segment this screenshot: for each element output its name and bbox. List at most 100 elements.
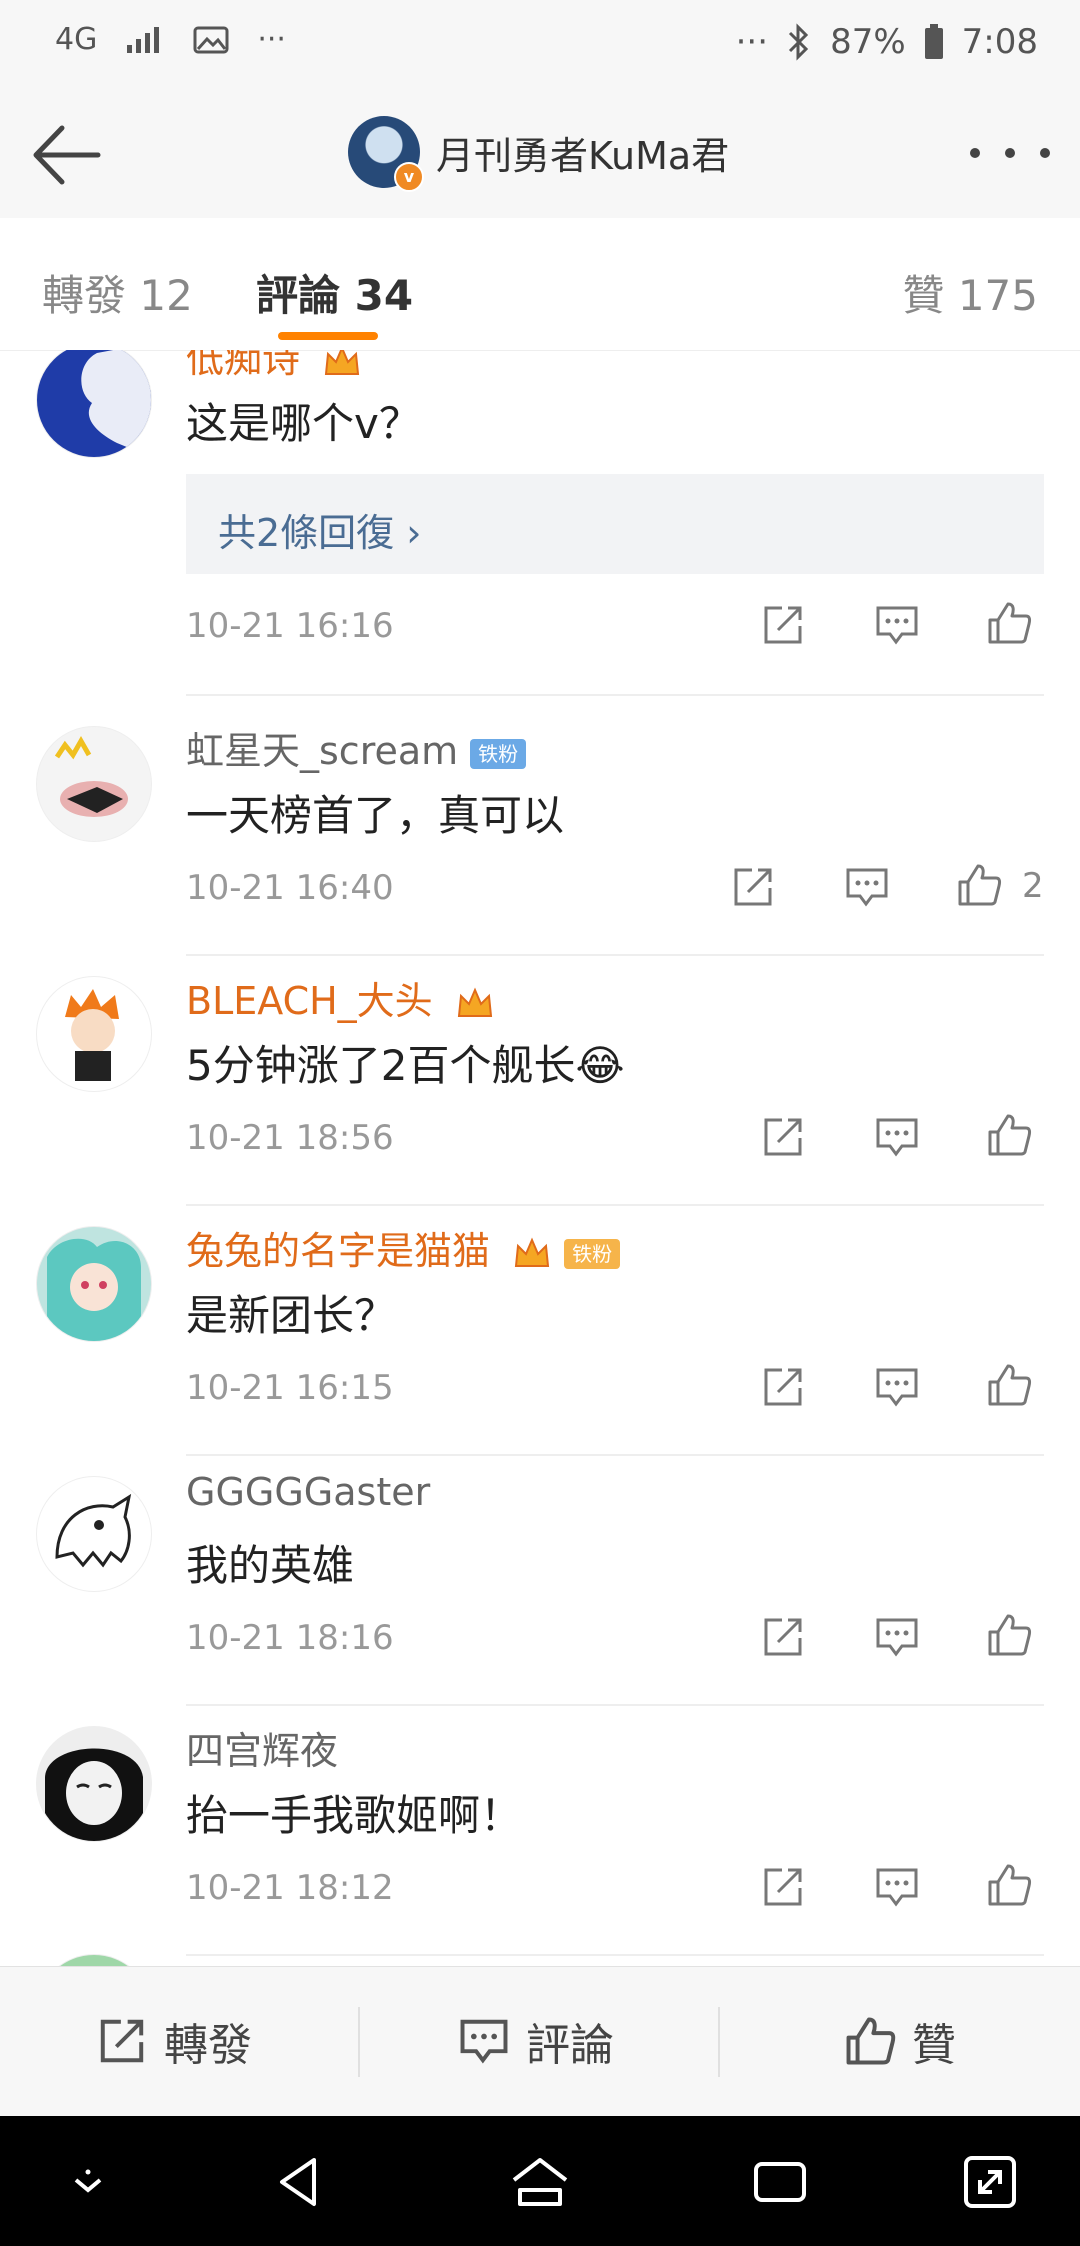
signal-icon xyxy=(127,26,160,53)
battery-icon xyxy=(924,24,943,59)
expand-icon[interactable] xyxy=(958,2150,1022,2214)
like-icon[interactable] xyxy=(986,1362,1032,1408)
comment-author[interactable]: 兔兔的名字是猫猫 铁粉 xyxy=(186,1220,621,1275)
comment-time: 10-21 16:16 xyxy=(186,606,394,646)
like-icon[interactable] xyxy=(986,1862,1032,1908)
author-name: 兔兔的名字是猫猫 xyxy=(186,1229,491,1273)
repost-icon[interactable] xyxy=(760,1114,806,1160)
bottom-action-bar: 轉發 評論 贊 xyxy=(0,1966,1080,2117)
comment-text: 我的英雄 xyxy=(186,1541,355,1590)
repost-label: 轉發 xyxy=(164,2020,252,2071)
tab-comments[interactable]: 評論 34 xyxy=(256,262,413,323)
profile-avatar[interactable]: v xyxy=(348,116,424,192)
comment-time: 10-21 16:40 xyxy=(186,868,394,908)
fan-badge: 铁粉 xyxy=(564,1238,621,1269)
like-icon[interactable] xyxy=(986,1112,1032,1158)
profile-header[interactable]: v 月刊勇者KuMa君 xyxy=(348,116,730,192)
comment-label: 評論 xyxy=(526,2020,614,2071)
divider xyxy=(186,1204,1044,1206)
comment-icon[interactable] xyxy=(874,1114,920,1160)
bluetooth-icon xyxy=(789,23,809,61)
status-more-right: ··· xyxy=(735,22,769,62)
comment-text: 5分钟涨了2百个舰长😂 xyxy=(186,1041,625,1090)
like-button[interactable]: 贊 xyxy=(844,2009,956,2073)
repost-icon[interactable] xyxy=(760,1614,806,1660)
verified-badge-icon: v xyxy=(394,162,424,192)
divider xyxy=(186,954,1044,956)
status-left: 4G ··· xyxy=(55,22,286,57)
status-more-left: ··· xyxy=(257,22,286,57)
crown-icon xyxy=(457,986,492,1017)
divider xyxy=(186,1454,1044,1456)
comment-button[interactable]: 評論 xyxy=(458,2009,614,2073)
avatar[interactable] xyxy=(36,1226,152,1342)
clock: 7:08 xyxy=(961,22,1038,62)
back-icon[interactable] xyxy=(268,2150,332,2214)
comment-text: 一天榜首了，真可以 xyxy=(186,791,565,840)
repost-icon[interactable] xyxy=(730,864,776,910)
comment-time: 10-21 18:12 xyxy=(186,1868,394,1908)
divider xyxy=(186,1704,1044,1706)
top-header: v 月刊勇者KuMa君 xyxy=(0,90,1080,219)
comment-text: 这是哪个v？ xyxy=(186,399,421,448)
comment-time: 10-21 16:15 xyxy=(186,1368,394,1408)
comment-icon[interactable] xyxy=(874,1364,920,1410)
active-tab-indicator xyxy=(278,332,378,340)
author-name: BLEACH_大头 xyxy=(186,979,433,1023)
tab-reposts[interactable]: 轉發 12 xyxy=(42,262,193,323)
crown-icon xyxy=(515,1236,550,1267)
like-count: 2 xyxy=(1022,866,1044,906)
comment-author[interactable]: 四宫辉夜 xyxy=(186,1720,338,1775)
view-replies-link[interactable]: 共2條回復 › xyxy=(186,474,1044,574)
comment-text: 是新团长？ xyxy=(186,1291,397,1340)
comment-icon[interactable] xyxy=(844,864,890,910)
crown-icon xyxy=(325,350,360,375)
network-label: 4G xyxy=(55,22,98,57)
like-icon xyxy=(846,2017,896,2065)
avatar[interactable] xyxy=(36,726,152,842)
comment-text: 抬一手我歌姬啊！ xyxy=(186,1791,523,1840)
replies-label: 共2條回復 › xyxy=(218,511,422,555)
fan-badge: 铁粉 xyxy=(470,738,527,769)
comment-author[interactable]: BLEACH_大头 xyxy=(186,970,495,1025)
status-bar: 4G ··· ··· 87% 7:08 xyxy=(0,0,1080,90)
comment-icon[interactable] xyxy=(874,1864,920,1910)
divider xyxy=(186,694,1044,696)
comment-icon[interactable] xyxy=(874,1614,920,1660)
like-label: 贊 xyxy=(912,2020,956,2071)
comment-icon xyxy=(460,2019,508,2064)
recent-apps-icon[interactable] xyxy=(748,2150,812,2214)
home-icon[interactable] xyxy=(508,2150,572,2214)
author-name: 低痴诗 xyxy=(186,350,301,381)
like-icon[interactable] xyxy=(986,600,1032,646)
profile-name: 月刊勇者KuMa君 xyxy=(436,133,730,178)
author-name: 四宫辉夜 xyxy=(186,1729,339,1773)
divider xyxy=(186,1954,1044,1956)
repost-icon[interactable] xyxy=(760,602,806,648)
comment-icon[interactable] xyxy=(874,602,920,648)
avatar[interactable] xyxy=(36,1726,152,1842)
avatar[interactable] xyxy=(36,976,152,1092)
comment-author[interactable]: 低痴诗 xyxy=(186,350,362,383)
repost-icon[interactable] xyxy=(760,1364,806,1410)
author-name: 虹星天_scream xyxy=(186,729,459,773)
system-nav-bar xyxy=(0,2116,1080,2246)
tab-likes[interactable]: 贊 175 xyxy=(902,262,1038,323)
like-icon[interactable] xyxy=(956,862,1002,908)
repost-icon[interactable] xyxy=(760,1864,806,1910)
back-arrow-icon[interactable] xyxy=(28,120,108,190)
comment-time: 10-21 18:16 xyxy=(186,1618,394,1658)
comment-author[interactable]: 虹星天_scream 铁粉 xyxy=(186,720,527,775)
more-options-icon[interactable] xyxy=(970,138,1050,168)
avatar[interactable] xyxy=(36,350,152,458)
divider xyxy=(358,2007,360,2077)
divider xyxy=(718,2007,720,2077)
like-icon[interactable] xyxy=(986,1612,1032,1658)
tab-bar: 轉發 12 評論 34 贊 175 xyxy=(0,218,1080,351)
avatar[interactable] xyxy=(36,1476,152,1592)
chevron-down-icon[interactable] xyxy=(56,2150,120,2214)
avatar[interactable] xyxy=(36,1954,152,1966)
repost-button[interactable]: 轉發 xyxy=(96,2009,252,2073)
comment-list[interactable]: 低痴诗 这是哪个v？ 共2條回復 › 10-21 16:16 虹星天_screa… xyxy=(0,350,1080,1966)
comment-author[interactable]: GGGGGaster xyxy=(186,1470,430,1514)
